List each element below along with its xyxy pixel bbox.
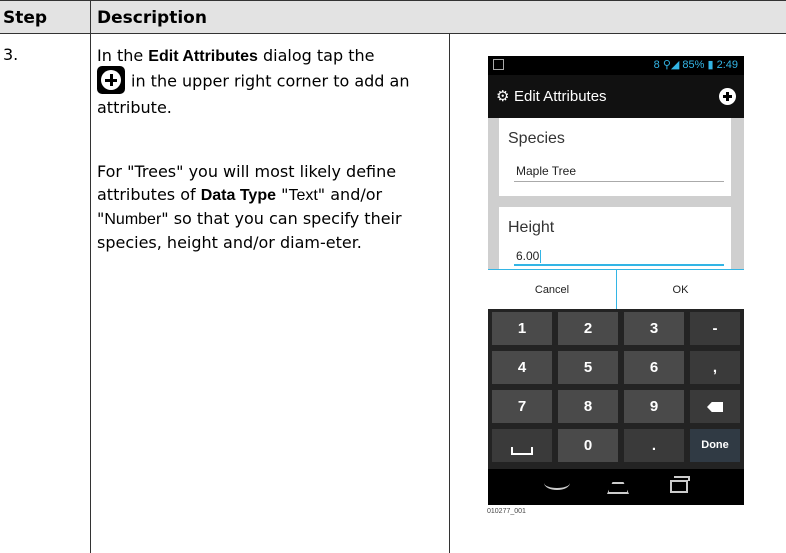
species-field-card[interactable]: Species Maple Tree bbox=[499, 118, 731, 196]
recent-apps-icon[interactable] bbox=[670, 476, 690, 493]
key-8[interactable]: 8 bbox=[558, 390, 618, 423]
species-input[interactable]: Maple Tree bbox=[516, 164, 576, 178]
step-number: 3. bbox=[3, 45, 19, 64]
height-input[interactable]: 6.00 bbox=[516, 249, 542, 264]
screen-title: Edit Attributes bbox=[514, 88, 607, 105]
key-5[interactable]: 5 bbox=[558, 351, 618, 384]
space-icon bbox=[511, 447, 533, 456]
trees-paragraph: For "Trees" you will most likely define … bbox=[97, 162, 402, 252]
navigation-bar bbox=[488, 469, 744, 505]
instruction-paragraph: In the Edit Attributes dialog tap the in… bbox=[97, 46, 410, 117]
settings-icon: ⚙ bbox=[496, 88, 510, 105]
key-1[interactable]: 1 bbox=[492, 312, 552, 345]
gallery-icon bbox=[493, 59, 504, 70]
back-icon[interactable] bbox=[544, 476, 570, 490]
column-divider bbox=[90, 0, 91, 553]
key-minus[interactable]: - bbox=[690, 312, 740, 345]
key-6[interactable]: 6 bbox=[624, 351, 684, 384]
home-icon[interactable] bbox=[607, 482, 629, 494]
space-key[interactable] bbox=[492, 429, 552, 462]
field-label: Species bbox=[508, 130, 565, 147]
figure-id: 010277_001 bbox=[487, 508, 526, 515]
backspace-key[interactable] bbox=[690, 390, 740, 423]
table-header: Step Description bbox=[0, 0, 786, 34]
done-key[interactable]: Done bbox=[690, 429, 740, 462]
cancel-button[interactable]: Cancel bbox=[488, 270, 616, 310]
phone-screenshot: 8 ⚲◢ 85% ▮ 2:49 ⚙ Edit Attributes Specie… bbox=[488, 56, 744, 505]
status-info: 8 ⚲◢ 85% ▮ 2:49 bbox=[653, 59, 738, 71]
dialog-name: Edit Attributes bbox=[148, 48, 258, 65]
column-divider bbox=[449, 34, 450, 553]
key-comma[interactable]: , bbox=[690, 351, 740, 384]
key-0[interactable]: 0 bbox=[558, 429, 618, 462]
status-bar: 8 ⚲◢ 85% ▮ 2:49 bbox=[488, 56, 744, 75]
add-icon bbox=[97, 66, 125, 94]
numeric-keypad: 1 2 3 - 4 5 6 , 7 8 9 0 . Done bbox=[488, 309, 744, 469]
backspace-icon bbox=[707, 402, 723, 413]
key-3[interactable]: 3 bbox=[624, 312, 684, 345]
height-field-card[interactable]: Height 6.00 bbox=[499, 207, 731, 269]
key-dot[interactable]: . bbox=[624, 429, 684, 462]
data-type-term: Data Type bbox=[200, 187, 276, 204]
key-4[interactable]: 4 bbox=[492, 351, 552, 384]
add-attribute-button[interactable] bbox=[719, 88, 736, 105]
key-7[interactable]: 7 bbox=[492, 390, 552, 423]
action-bar: ⚙ Edit Attributes bbox=[488, 75, 744, 118]
dialog-buttons: Cancel OK bbox=[488, 269, 744, 310]
header-step: Step bbox=[3, 8, 48, 28]
key-2[interactable]: 2 bbox=[558, 312, 618, 345]
key-9[interactable]: 9 bbox=[624, 390, 684, 423]
ok-button[interactable]: OK bbox=[616, 270, 744, 310]
field-label: Height bbox=[508, 219, 555, 236]
header-description: Description bbox=[97, 8, 207, 28]
